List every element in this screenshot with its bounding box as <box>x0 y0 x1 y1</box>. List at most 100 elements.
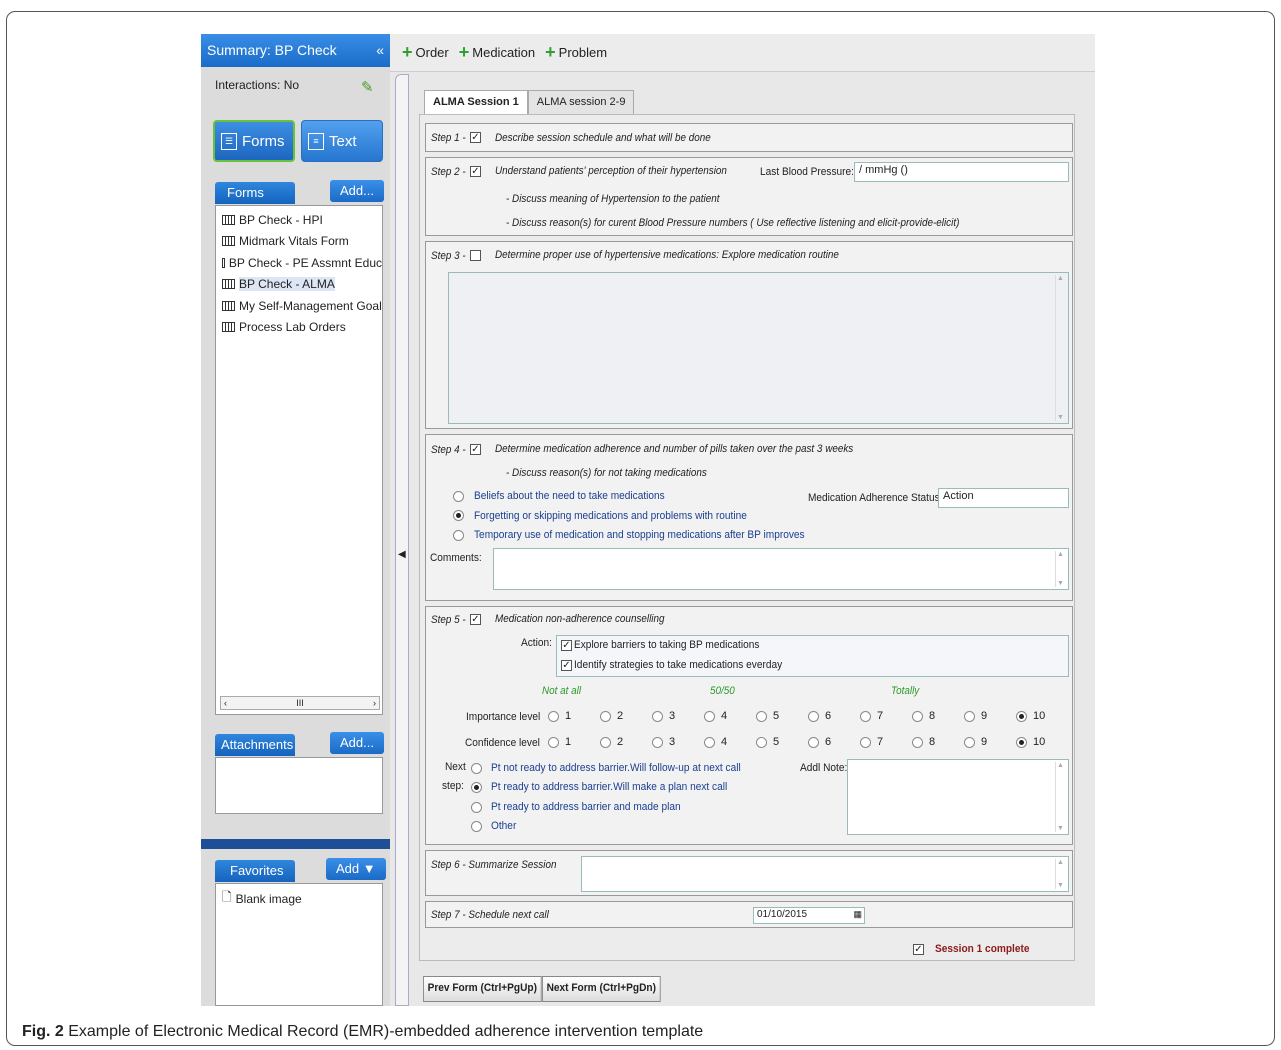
pencil-icon[interactable]: ✎ <box>361 78 374 96</box>
attachments-add-button[interactable]: Add... <box>330 732 384 754</box>
confidence-radio[interactable] <box>652 736 663 748</box>
tab-alma-session-2-9[interactable]: ALMA session 2-9 <box>527 90 635 115</box>
forms-button[interactable]: ☰ Forms <box>213 120 295 162</box>
importance-radio[interactable] <box>548 710 559 722</box>
vertical-scrollbar[interactable]: ▲ ▼ <box>1055 275 1065 421</box>
reason-radio-beliefs[interactable] <box>453 491 464 502</box>
importance-radio[interactable] <box>912 710 923 722</box>
confidence-radio[interactable] <box>704 736 715 748</box>
reason-radio-temporary[interactable] <box>453 530 464 541</box>
reason-radio-forgetting[interactable] <box>453 510 464 521</box>
confidence-option[interactable]: 4 <box>704 736 756 748</box>
confidence-option[interactable]: 5 <box>756 736 808 748</box>
importance-option[interactable]: 1 <box>548 710 600 722</box>
step-2-checkbox[interactable]: ✓ <box>470 166 481 177</box>
form-list-item[interactable]: BP Check - HPI <box>216 209 382 231</box>
collapse-handle[interactable]: ◀ <box>395 74 409 1006</box>
problem-button[interactable]: + Problem <box>545 42 607 63</box>
favorites-add-button[interactable]: Add ▼ <box>326 858 386 880</box>
confidence-radio[interactable] <box>1016 736 1027 748</box>
confidence-option[interactable]: 3 <box>652 736 704 748</box>
prev-form-button[interactable]: Prev Form (Ctrl+PgUp) <box>423 976 542 1002</box>
attachments-section-header[interactable]: Attachments <box>215 734 295 756</box>
confidence-option[interactable]: 6 <box>808 736 860 748</box>
confidence-radio[interactable] <box>964 736 975 748</box>
importance-radio[interactable] <box>756 710 767 722</box>
step-5-checkbox[interactable]: ✓ <box>470 614 481 625</box>
comments-field[interactable]: ▲ ▼ <box>493 548 1069 590</box>
session-complete-checkbox[interactable]: ✓ <box>913 944 924 955</box>
confidence-radio[interactable] <box>548 736 559 748</box>
next-form-button[interactable]: Next Form (Ctrl+PgDn) <box>542 976 661 1002</box>
last-bp-field[interactable]: / mmHg () <box>854 162 1069 182</box>
addl-note-field[interactable]: ▲ ▼ <box>847 759 1069 835</box>
forms-section-header[interactable]: Forms <box>215 182 295 204</box>
importance-radio[interactable] <box>704 710 715 722</box>
calendar-icon[interactable]: ▦ <box>853 909 862 920</box>
panel-splitter[interactable] <box>201 839 390 849</box>
form-list-item[interactable]: BP Check - ALMA <box>216 274 382 296</box>
importance-radio[interactable] <box>808 710 819 722</box>
scroll-left-icon[interactable]: ‹ <box>224 698 227 708</box>
step-4-label: Step 4 - <box>431 444 466 456</box>
importance-option[interactable]: 7 <box>860 710 912 722</box>
confidence-radio[interactable] <box>756 736 767 748</box>
next-call-date-field[interactable]: 01/10/2015 ▦ <box>753 907 865 924</box>
confidence-radio[interactable] <box>808 736 819 748</box>
next-step-radio-made-plan[interactable] <box>471 802 482 813</box>
step-1-checkbox[interactable]: ✓ <box>470 132 481 143</box>
next-step-radio-plan-next[interactable] <box>471 782 482 793</box>
medication-button[interactable]: + Medication <box>459 42 535 63</box>
importance-option[interactable]: 10 <box>1016 710 1068 722</box>
summarize-field[interactable]: ▲ ▼ <box>581 856 1069 892</box>
confidence-radio[interactable] <box>860 736 871 748</box>
explore-barriers-checkbox[interactable]: ✓ <box>561 640 572 651</box>
scroll-right-icon[interactable]: › <box>373 698 376 708</box>
confidence-option[interactable]: 8 <box>912 736 964 748</box>
step-4-checkbox[interactable]: ✓ <box>470 444 481 455</box>
vertical-scrollbar[interactable]: ▲ ▼ <box>1055 762 1065 832</box>
horizontal-scrollbar[interactable]: ‹ III › <box>220 696 380 710</box>
confidence-radio[interactable] <box>912 736 923 748</box>
form-list-item[interactable]: Midmark Vitals Form <box>216 231 382 253</box>
importance-option[interactable]: 6 <box>808 710 860 722</box>
order-button[interactable]: + Order <box>402 42 449 63</box>
importance-option[interactable]: 4 <box>704 710 756 722</box>
importance-radio[interactable] <box>652 710 663 722</box>
scroll-thumb[interactable]: III <box>296 698 304 708</box>
confidence-option[interactable]: 9 <box>964 736 1016 748</box>
favorites-section-header[interactable]: Favorites <box>215 860 295 882</box>
step-3-checkbox[interactable] <box>470 250 481 261</box>
importance-option[interactable]: 8 <box>912 710 964 722</box>
confidence-option[interactable]: 2 <box>600 736 652 748</box>
collapse-icon[interactable]: « <box>376 42 384 59</box>
step-2: Step 2 - ✓ Understand patients' percepti… <box>425 157 1073 236</box>
importance-value: 7 <box>877 710 884 722</box>
importance-radio[interactable] <box>1016 710 1027 722</box>
form-list-item[interactable]: Process Lab Orders <box>216 317 382 339</box>
importance-option[interactable]: 2 <box>600 710 652 722</box>
importance-option[interactable]: 9 <box>964 710 1016 722</box>
adherence-status-field[interactable]: Action <box>938 488 1069 508</box>
confidence-option[interactable]: 10 <box>1016 736 1068 748</box>
text-button[interactable]: ≡ Text <box>301 120 383 162</box>
vertical-scrollbar[interactable]: ▲ ▼ <box>1055 859 1065 889</box>
importance-radio[interactable] <box>964 710 975 722</box>
forms-add-button[interactable]: Add... <box>330 180 384 202</box>
confidence-option[interactable]: 1 <box>548 736 600 748</box>
form-list-item[interactable]: My Self-Management Goal <box>216 295 382 317</box>
importance-radio[interactable] <box>860 710 871 722</box>
confidence-radio[interactable] <box>600 736 611 748</box>
importance-option[interactable]: 5 <box>756 710 808 722</box>
tab-alma-session-1[interactable]: ALMA Session 1 <box>424 90 528 115</box>
favorite-item[interactable]: 🗋 Blank image <box>216 888 382 910</box>
next-step-radio-not-ready[interactable] <box>471 763 482 774</box>
identify-strategies-checkbox[interactable]: ✓ <box>561 660 572 671</box>
importance-radio[interactable] <box>600 710 611 722</box>
form-list-item[interactable]: BP Check - PE Assmnt Educ <box>216 252 382 274</box>
vertical-scrollbar[interactable]: ▲ ▼ <box>1055 551 1065 587</box>
confidence-option[interactable]: 7 <box>860 736 912 748</box>
importance-option[interactable]: 3 <box>652 710 704 722</box>
step-3-textarea[interactable]: ▲ ▼ <box>448 272 1069 424</box>
next-step-radio-other[interactable] <box>471 821 482 832</box>
